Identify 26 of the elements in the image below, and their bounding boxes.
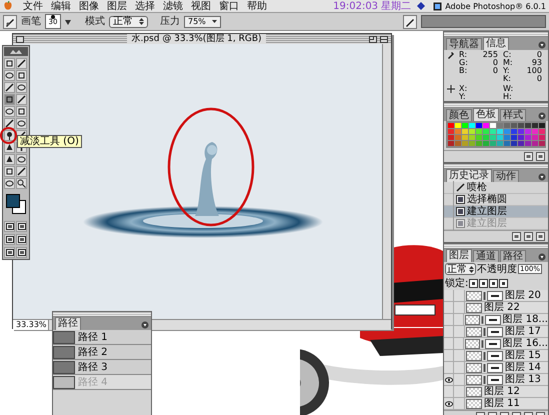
pressure-label: 压力 bbox=[160, 16, 180, 27]
document-title: 水.psd @ 33.3%(图层 1, RGB) bbox=[127, 34, 266, 44]
info-label: Y: bbox=[459, 93, 467, 101]
info-value: 0 bbox=[492, 67, 499, 75]
tooltip: 减淡工具 (O) bbox=[17, 135, 82, 148]
info-label: H: bbox=[503, 93, 513, 101]
info-value: 0 bbox=[536, 51, 543, 59]
info-label: B: bbox=[459, 67, 468, 75]
info-label: K: bbox=[503, 75, 512, 83]
info-label: G: bbox=[459, 59, 469, 67]
info-label: C: bbox=[503, 51, 512, 59]
info-label: M: bbox=[503, 59, 514, 67]
info-label: R: bbox=[459, 51, 468, 59]
info-value: 93 bbox=[530, 59, 543, 67]
info-label: W: bbox=[503, 85, 514, 93]
info-value: 0 bbox=[492, 59, 499, 67]
brush-label: 画笔 bbox=[21, 16, 41, 27]
menu-clock: 19:02:03 星期二 bbox=[333, 0, 412, 13]
opacity-label: 不透明度 bbox=[477, 264, 517, 274]
info-label: X: bbox=[459, 85, 468, 93]
info-value: 100 bbox=[526, 67, 543, 75]
info-value: 255 bbox=[482, 51, 499, 59]
mode-label: 模式 bbox=[85, 16, 105, 27]
info-value: 0 bbox=[536, 75, 543, 83]
lock-label: 锁定: bbox=[445, 278, 468, 288]
info-label: Y: bbox=[503, 67, 511, 75]
